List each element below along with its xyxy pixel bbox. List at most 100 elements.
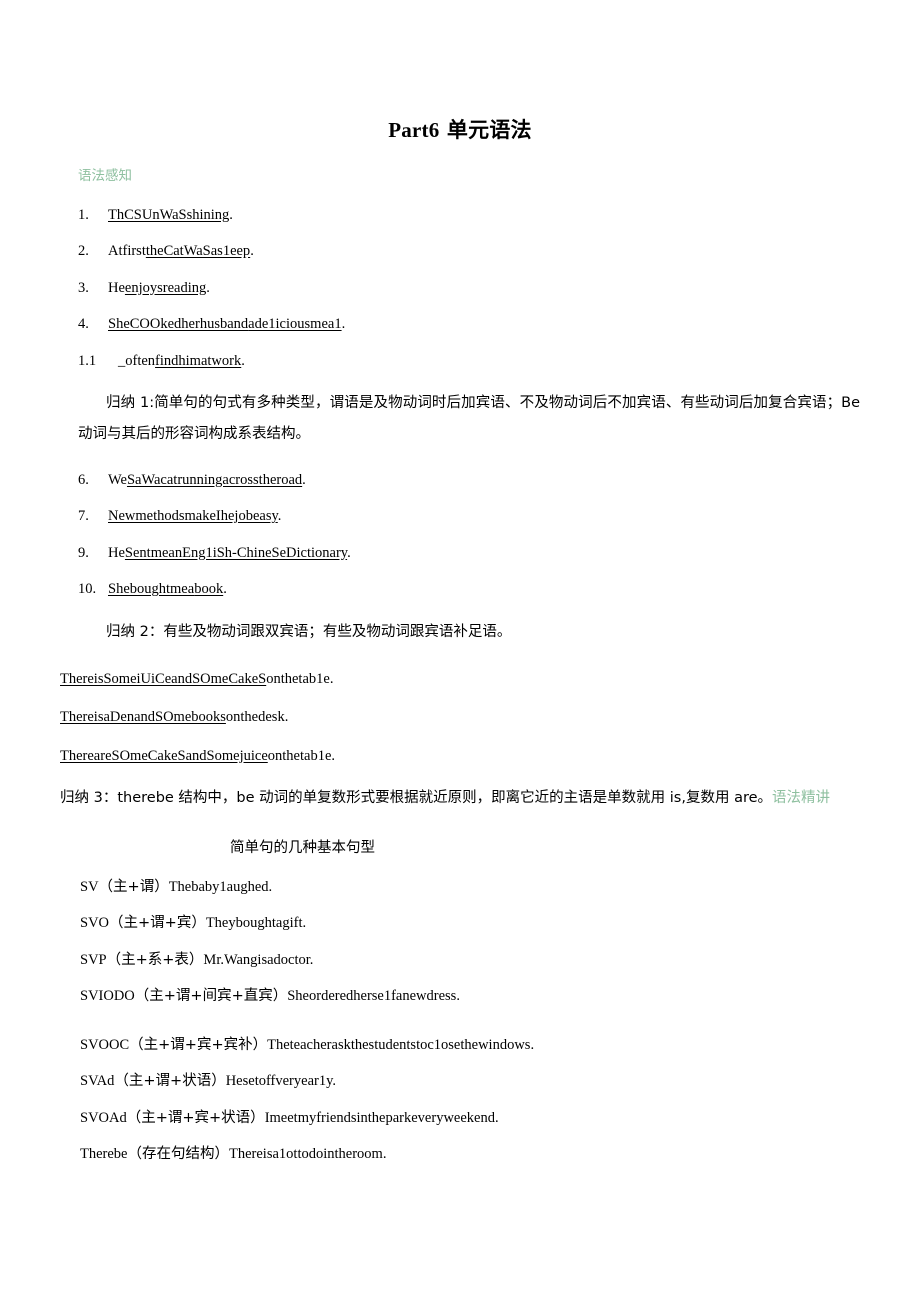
- exercise-sentence: Sheboughtmeabook.: [108, 581, 227, 597]
- pattern-structure: （主+谓+宾+宾补）: [129, 1036, 268, 1053]
- underlined-text: ade1iciousmea1: [248, 316, 342, 333]
- underlined-text: enjoysreading: [124, 279, 207, 296]
- underlined-text: Sentmean: [124, 544, 183, 561]
- plain-text: .: [302, 471, 306, 488]
- plain-text: He: [108, 279, 125, 296]
- underlined-text: SaWacatrunningacrosstheroad: [126, 471, 303, 488]
- pattern-code: SV: [80, 878, 99, 895]
- plain-text: .: [277, 508, 282, 525]
- exercise-item: 2. AtfirsttheCatWaSas1eep.: [60, 222, 860, 259]
- plain-text: onthetab1e.: [266, 670, 334, 687]
- pattern-structure: （主+谓）: [98, 878, 169, 895]
- there-be-sentences: ThereisSomeiUiCeandSOmeCakeSonthetab1e. T…: [60, 648, 860, 764]
- exercise-marker: 6.: [78, 471, 89, 488]
- exercise-marker: 7.: [78, 508, 89, 525]
- exercise-sentence: SheCOOkedherhusbandade1iciousmea1.: [108, 316, 345, 332]
- plain-text: .: [347, 544, 351, 561]
- pattern-example: Theyboughtagift.: [205, 915, 307, 932]
- pattern-structure: （主+谓+间宾+直宾）: [134, 988, 288, 1005]
- pattern-section-heading: 简单句的几种基本句型: [230, 840, 375, 857]
- summary-note-3-text: 归纳 3：therebe 结构中，be 动词的单复数形式要根据就近原则，即离它近…: [60, 790, 773, 807]
- exercise-list-part2: 6. WeSaWacatrunningacrosstheroad. 7. Newmet…: [60, 451, 860, 597]
- exercise-marker: 3.: [78, 279, 89, 296]
- section-label-grammar-lecture: 语法精讲: [772, 790, 830, 806]
- exercise-sentence: HeSentmeanEng1iSh-ChineSeDictionary.: [108, 545, 351, 561]
- pattern-example: Imeetmyfriendsintheparkeveryweekend.: [264, 1109, 499, 1126]
- exercise-marker: 9.: [78, 544, 89, 561]
- there-be-sentence: ThereisaDenandSOmebooksonthedesk.: [60, 686, 860, 725]
- exercise-item: 4. SheCOOkedherhusbandade1iciousmea1.: [60, 295, 860, 332]
- exercise-marker: 1.1: [78, 352, 97, 369]
- underlined-text: ThereisaDenandSOmebooks: [60, 709, 226, 726]
- summary-note-1: 归纳 1:简单句的句式有多种类型，谓语是及物动词时后加宾语、不及物动词后不加宾语…: [78, 395, 860, 443]
- pattern-example: Hesetoffveryear1y.: [225, 1073, 337, 1090]
- underlined-text: findhimatwork: [155, 352, 242, 369]
- plain-text: We: [108, 471, 127, 488]
- summary-note-3: 归纳 3：therebe 结构中，be 动词的单复数形式要根据就近原则，即离它近…: [60, 763, 860, 814]
- pattern-example: Sheorderedherse1fanewdress.: [287, 988, 460, 1005]
- page-title-rest: 单元语法: [439, 118, 532, 142]
- document-page: Part6 单元语法 语法感知 1. ThCSUnWaSshining. 2. Atf…: [0, 0, 920, 1301]
- plain-text: Atfirst: [108, 243, 146, 260]
- exercise-sentence: ThCSUnWaSshining.: [108, 207, 233, 223]
- pattern-code: SVOOC: [80, 1036, 130, 1053]
- pattern-structure: （主+谓+宾+状语）: [126, 1109, 265, 1126]
- sentence-pattern-row: Therebe（存在句结构）Thereisa1ottodointheroom.: [60, 1125, 860, 1162]
- underlined-text: theCatWaSas1eep: [145, 243, 251, 260]
- exercise-sentence: WeSaWacatrunningacrosstheroad.: [108, 472, 306, 488]
- there-be-sentence: ThereisSomeiUiCeandSOmeCakeSonthetab1e.: [60, 648, 860, 687]
- underlined-text: Shebought: [108, 581, 171, 598]
- sentence-pattern-list: SV（主+谓）Thebaby1aughed. SVO（主+谓+宾）Theyboug…: [60, 858, 860, 1162]
- plain-text: onthedesk.: [225, 709, 289, 726]
- underlined-text: Thereis: [60, 670, 104, 687]
- underlined-text: NewmethodsmakeIhejobeasy: [108, 508, 278, 525]
- underlined-text: SheCOOkedherhusband: [108, 316, 249, 333]
- exercise-item: 10. Sheboughtmeabook.: [60, 560, 860, 597]
- plain-text: .: [223, 581, 227, 598]
- plain-text: onthetab1e.: [267, 747, 336, 764]
- there-be-sentence: ThereareSOmeCakeSandSomejuiceonthetab1e.: [60, 725, 860, 764]
- lecture-label-line1: 语法: [772, 790, 802, 807]
- exercise-marker: 4.: [78, 316, 89, 333]
- pattern-code: SVAd: [80, 1073, 115, 1090]
- pattern-structure: （主+谓+宾）: [109, 915, 206, 932]
- lecture-label-line2: 精讲: [801, 790, 831, 807]
- pattern-code: SVOAd: [80, 1109, 127, 1126]
- exercise-sentence: AtfirsttheCatWaSas1eep.: [108, 243, 254, 259]
- pattern-example: Thebaby1aughed.: [168, 878, 273, 895]
- page-title-bold: Part6: [388, 118, 440, 142]
- exercise-marker: 2.: [78, 243, 89, 260]
- section-label-grammar-perception: 语法感知: [78, 168, 132, 185]
- sentence-pattern-row: SVOOC（主+谓+宾+宾补）Theteacheraskthestudentst…: [60, 1004, 860, 1053]
- exercise-item: 3. Heenjoysreading.: [60, 259, 860, 296]
- pattern-code: SVP: [80, 951, 107, 968]
- underlined-text: SomeiUiCeandSOmeCakeS: [103, 670, 267, 687]
- pattern-code: SVO: [80, 915, 110, 932]
- sentence-pattern-row: SV（主+谓）Thebaby1aughed.: [60, 858, 860, 895]
- exercise-marker: 1.: [78, 206, 89, 223]
- plain-text: .: [229, 206, 233, 223]
- pattern-example: Mr.Wangisadoctor.: [203, 951, 314, 968]
- plain-text: He: [108, 544, 125, 561]
- pattern-example: Theteacheraskthestudentstoc1osethewindow…: [267, 1036, 535, 1053]
- pattern-structure: （主+系+表）: [106, 951, 204, 968]
- sentence-pattern-row: SVOAd（主+谓+宾+状语）Imeetmyfriendsintheparkev…: [60, 1089, 860, 1126]
- sentence-pattern-row: SVP（主+系+表）Mr.Wangisadoctor.: [60, 931, 860, 968]
- sentence-pattern-row: SVO（主+谓+宾）Theyboughtagift.: [60, 894, 860, 931]
- pattern-structure: （主+谓+状语）: [114, 1073, 226, 1090]
- pattern-code: Therebe: [80, 1146, 128, 1163]
- exercise-item: 6. WeSaWacatrunningacrosstheroad.: [60, 451, 860, 488]
- underlined-text: Eng1iSh-ChineSeDictionary: [182, 544, 348, 561]
- plain-text: .: [206, 279, 210, 296]
- pattern-code: SVIODO: [80, 988, 135, 1005]
- summary-note-2: 归纳 2：有些及物动词跟双宾语；有些及物动词跟宾语补足语。: [106, 623, 512, 640]
- underlined-text: mea: [170, 581, 195, 598]
- exercise-sentence: NewmethodsmakeIhejobeasy.: [108, 508, 281, 524]
- pattern-structure: （存在句结构）: [127, 1146, 230, 1163]
- underlined-text: book: [194, 581, 224, 598]
- pattern-example: Thereisa1ottodointheroom.: [229, 1146, 387, 1163]
- sentence-pattern-row: SVAd（主+谓+状语）Hesetoffveryear1y.: [60, 1052, 860, 1089]
- underlined-text: ThereareSOmeCakeSandSomejuice: [60, 747, 268, 764]
- exercise-item: 9. HeSentmeanEng1iSh-ChineSeDictionary.: [60, 524, 860, 561]
- exercise-item: 1.1 _oftenfindhimatwork.: [60, 332, 860, 369]
